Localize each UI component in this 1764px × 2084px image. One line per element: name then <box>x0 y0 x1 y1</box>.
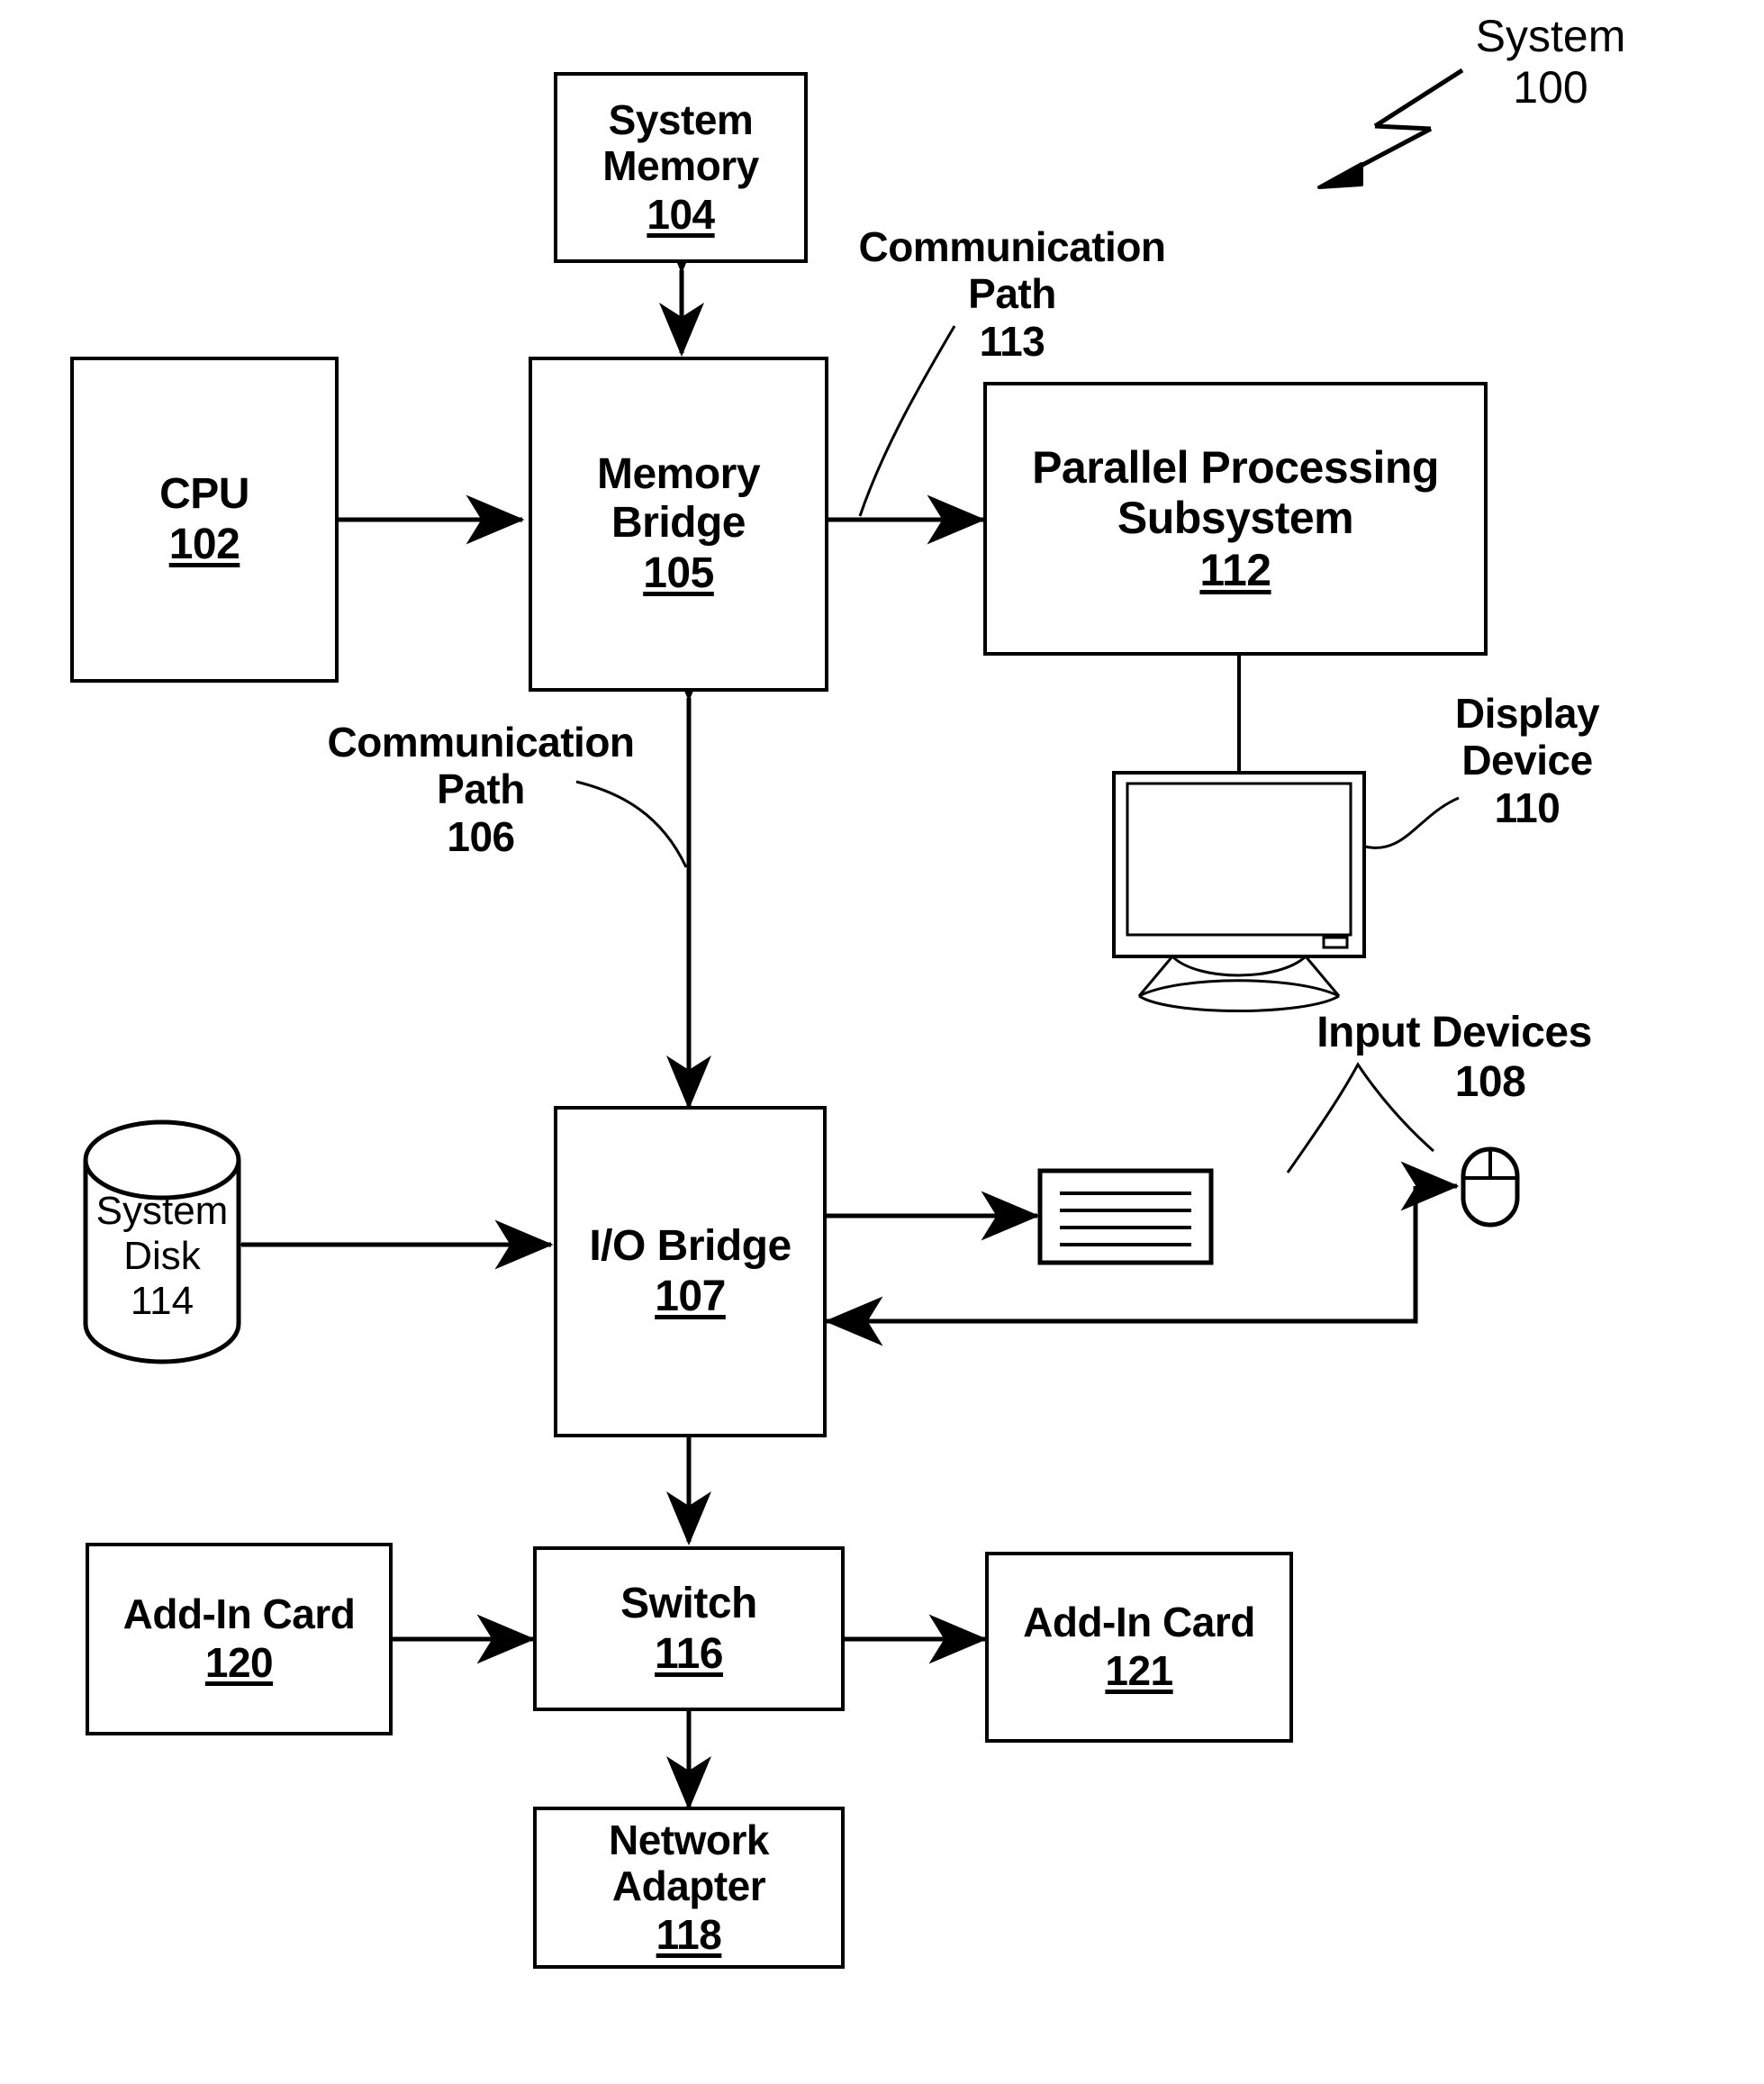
block-title-line2: Subsystem <box>1117 493 1354 543</box>
block-reference-number: 118 <box>656 1910 722 1958</box>
system-callout: System 100 <box>1452 11 1650 113</box>
system-callout-line1: System <box>1475 11 1626 61</box>
block-reference-number: 102 <box>168 521 240 568</box>
block-title-line1: Network <box>609 1816 769 1863</box>
display-device-shape <box>1112 771 1366 1012</box>
callout-line3: 106 <box>447 812 515 860</box>
callout-line3: 110 <box>1494 784 1560 831</box>
block-add-in-card-121[interactable]: Add-In Card 121 <box>985 1552 1293 1743</box>
mouse-shape <box>1461 1146 1520 1228</box>
callout-comm-path-106: Communication Path 106 <box>315 719 647 860</box>
block-title-line1: I/O Bridge <box>589 1222 792 1271</box>
callout-line2: Path <box>437 766 525 813</box>
callout-line3: 113 <box>979 317 1045 365</box>
system-callout-pointer <box>1317 68 1464 189</box>
block-title-line1: Memory <box>596 450 761 499</box>
block-cpu[interactable]: CPU 102 <box>70 357 339 683</box>
block-title-line1: System <box>95 1189 229 1233</box>
block-title-line2: Memory <box>602 142 759 190</box>
block-title-line2: Bridge <box>611 499 746 548</box>
block-reference-number: 107 <box>655 1273 726 1320</box>
callout-line1: Display <box>1454 690 1600 737</box>
system-callout-line2: 100 <box>1513 62 1588 113</box>
block-title-line1: Parallel Processing <box>1032 442 1439 493</box>
block-parallel-processing-subsystem[interactable]: Parallel Processing Subsystem 112 <box>983 382 1488 656</box>
callout-comm-path-113: Communication Path 113 <box>846 223 1178 365</box>
callout-line1: Communication <box>327 719 635 766</box>
block-system-memory[interactable]: System Memory 104 <box>554 72 808 263</box>
callout-line1: Communication <box>858 223 1166 270</box>
callout-input-devices: Input Devices 108 <box>1306 1009 1603 1107</box>
block-title-line2: Adapter <box>611 1862 766 1910</box>
block-switch[interactable]: Switch 116 <box>533 1546 845 1711</box>
keyboard-shape <box>1037 1168 1214 1265</box>
block-reference-number: 105 <box>643 548 714 597</box>
block-reference-number: 120 <box>204 1639 274 1686</box>
block-memory-bridge[interactable]: Memory Bridge 105 <box>529 357 828 692</box>
callout-line2: 108 <box>1454 1057 1526 1106</box>
block-reference-number: 121 <box>1105 1647 1173 1694</box>
connector-mouse-to-io <box>824 1161 1460 1346</box>
block-title-line1: CPU <box>159 470 249 519</box>
block-reference-number: 116 <box>655 1629 723 1678</box>
block-system-disk[interactable]: System Disk 114 <box>86 1171 239 1342</box>
callout-line1: Input Devices <box>1316 1009 1592 1056</box>
block-title-line1: Add-In Card <box>1023 1599 1255 1646</box>
block-io-bridge[interactable]: I/O Bridge 107 <box>554 1106 827 1437</box>
figure-canvas: System Memory 104 CPU 102 Memory Bridge … <box>0 0 1764 2084</box>
block-title-line1: Add-In Card <box>122 1590 356 1638</box>
block-title-line2: Disk <box>123 1234 201 1278</box>
callout-line2: Path <box>968 270 1056 318</box>
block-title-line1: System <box>608 95 754 143</box>
block-add-in-card-120[interactable]: Add-In Card 120 <box>86 1543 393 1735</box>
block-title-line1: Switch <box>620 1579 757 1627</box>
block-reference-number: 104 <box>647 190 715 238</box>
callout-display-device: Display Device 110 <box>1416 690 1639 831</box>
block-network-adapter[interactable]: Network Adapter 118 <box>533 1807 845 1969</box>
block-reference-number: 112 <box>1199 545 1271 595</box>
callout-line2: Device <box>1461 737 1593 784</box>
block-reference-number: 114 <box>130 1279 194 1323</box>
